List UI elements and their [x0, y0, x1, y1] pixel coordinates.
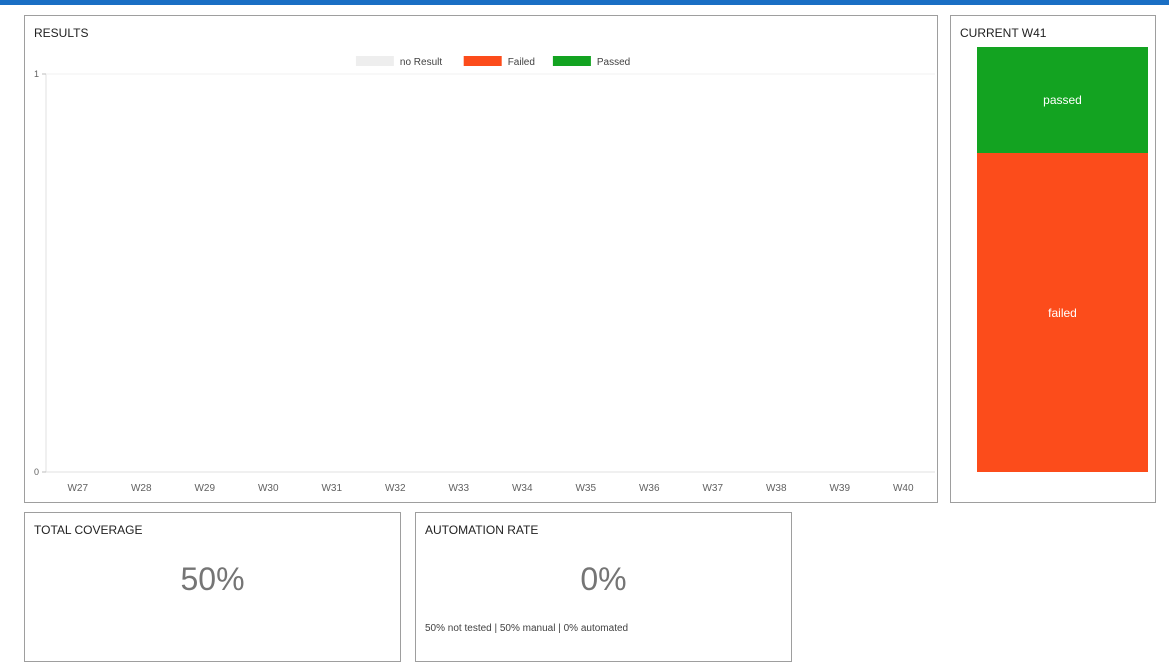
- total-coverage-title: TOTAL COVERAGE: [34, 523, 143, 537]
- legend-label-no-result: no Result: [400, 57, 442, 68]
- automation-rate-panel: AUTOMATION RATE 0% 50% not tested | 50% …: [415, 512, 792, 662]
- results-chart: no Result Failed Passed 0 1 W27 W28 W29 W30 W31 W3…: [34, 56, 935, 494]
- legend-label-passed: Passed: [597, 57, 630, 68]
- current-segment-label: passed: [1043, 93, 1082, 108]
- top-accent-bar: [0, 0, 1169, 5]
- x-tick-label: W40: [893, 483, 914, 494]
- automation-rate-value: 0%: [580, 561, 627, 597]
- legend-swatch-no-result: [355, 56, 394, 66]
- automation-rate-title: AUTOMATION RATE: [425, 523, 539, 537]
- legend-swatch-passed: [552, 56, 591, 66]
- x-tick-label: W28: [131, 483, 152, 494]
- x-tick-label: W39: [829, 483, 850, 494]
- legend-swatch-failed: [463, 56, 502, 66]
- x-tick-label: W27: [67, 483, 88, 494]
- y-tick-label: 1: [34, 69, 39, 79]
- current-segment-label: failed: [1048, 305, 1077, 320]
- x-tick-label: W34: [512, 483, 533, 494]
- total-coverage-panel: TOTAL COVERAGE 50%: [24, 512, 401, 662]
- x-tick-label: W31: [321, 483, 342, 494]
- current-segment-passed: passed: [977, 47, 1148, 154]
- x-tick-label: W32: [385, 483, 406, 494]
- x-tick-label: W29: [194, 483, 215, 494]
- x-tick-label: W37: [702, 483, 723, 494]
- legend-label-failed: Failed: [508, 57, 535, 68]
- automation-breakdown: 50% not tested | 50% manual | 0% automat…: [425, 623, 629, 634]
- current-segment-failed: failed: [977, 153, 1148, 472]
- x-tick-label: W36: [639, 483, 660, 494]
- x-tick-label: W38: [766, 483, 787, 494]
- x-tick-label: W35: [575, 483, 596, 494]
- x-tick-label: W33: [448, 483, 469, 494]
- y-tick-label: 0: [34, 467, 39, 477]
- total-coverage-value: 50%: [180, 561, 245, 597]
- current-week-title: CURRENT W41: [960, 26, 1047, 40]
- x-tick-label: W30: [258, 483, 279, 494]
- results-panel: RESULTS no Result Failed Passed 0 1 W27 W28 W29…: [24, 15, 938, 503]
- current-week-panel: CURRENT W41 passed failed: [950, 15, 1156, 503]
